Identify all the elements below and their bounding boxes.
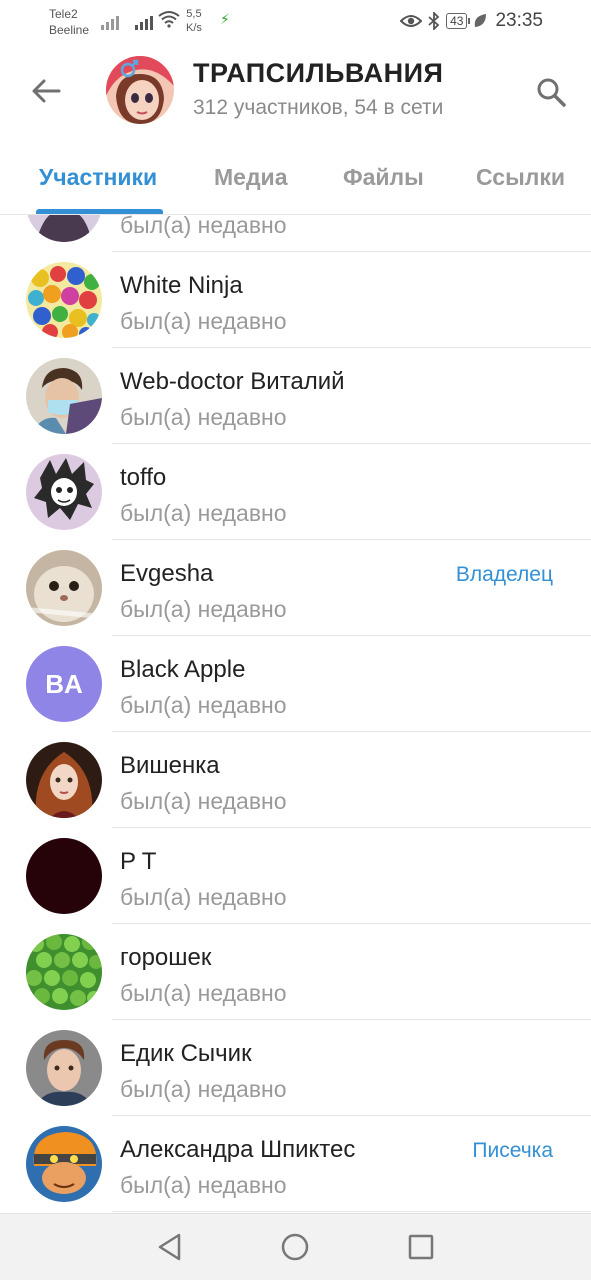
divider <box>112 1211 591 1212</box>
bluetooth-icon <box>428 12 440 30</box>
member-name: Вишенка <box>120 752 220 779</box>
wifi-icon <box>158 11 180 28</box>
member-status: был(а) недавно <box>120 1172 287 1198</box>
list-item[interactable]: Web-doctor Виталий был(а) недавно <box>0 348 591 444</box>
back-button[interactable] <box>28 73 64 109</box>
home-circle-icon[interactable] <box>280 1232 310 1262</box>
member-name: Александра Шпиктес <box>120 1136 356 1163</box>
leaf-icon <box>475 14 487 27</box>
member-status: был(а) недавно <box>120 692 287 718</box>
list-item[interactable]: White Ninja был(а) недавно <box>0 252 591 348</box>
status-bar: Tele2 Beeline 5,5 K/s ⚡ 43 23:35 <box>0 0 591 44</box>
avatar: BA <box>26 646 102 722</box>
avatar-initials: BA <box>26 646 102 722</box>
member-name: Evgesha <box>120 560 214 587</box>
avatar <box>26 934 102 1010</box>
back-triangle-icon[interactable] <box>155 1232 185 1262</box>
group-title[interactable]: ТРАПСИЛЬВАНИЯ <box>193 58 443 89</box>
battery-level: 43 <box>450 14 464 28</box>
network-speed: 5,5 K/s <box>186 7 202 35</box>
member-status: был(а) недавно <box>120 308 287 334</box>
signal-icon <box>135 12 153 30</box>
search-button[interactable] <box>532 73 570 111</box>
member-name: White Ninja <box>120 272 243 299</box>
signal-icon <box>101 12 119 30</box>
carrier-2: Beeline <box>49 23 90 37</box>
avatar <box>26 262 102 338</box>
carrier-names: Tele2 Beeline <box>49 6 89 38</box>
member-status: был(а) недавно <box>120 1076 287 1102</box>
speed-value: 5,5 <box>186 8 202 20</box>
role-badge: Писечка <box>472 1139 553 1162</box>
member-name: Black Apple <box>120 656 246 683</box>
chat-header: ТРАПСИЛЬВАНИЯ 312 участников, 54 в сети … <box>0 44 591 215</box>
list-item[interactable]: P T был(а) недавно <box>0 828 591 924</box>
tab-media[interactable]: Медиа <box>214 164 287 191</box>
member-name: горошек <box>120 944 212 971</box>
tab-files[interactable]: Файлы <box>343 164 424 191</box>
status-right: 43 23:35 <box>400 10 543 32</box>
tab-links[interactable]: Ссылки <box>476 164 565 191</box>
clock: 23:35 <box>495 10 543 31</box>
speed-unit: K/s <box>186 22 202 34</box>
tab-members[interactable]: Участники <box>39 164 157 191</box>
member-list[interactable]: был(а) недавно White Ninja был(а) недавн… <box>0 215 591 1213</box>
list-item[interactable]: Едик Сычик был(а) недавно <box>0 1020 591 1116</box>
member-name: Едик Сычик <box>120 1040 252 1067</box>
member-status: был(а) недавно <box>120 404 287 430</box>
list-item[interactable]: Evgesha был(а) недавно Владелец <box>0 540 591 636</box>
list-item[interactable]: был(а) недавно <box>0 215 591 252</box>
member-status: был(а) недавно <box>120 980 287 1006</box>
member-status: был(а) недавно <box>120 596 287 622</box>
search-icon <box>537 78 566 107</box>
list-item[interactable]: toffo был(а) недавно <box>0 444 591 540</box>
arrow-left-icon <box>32 79 61 103</box>
list-item[interactable]: горошек был(а) недавно <box>0 924 591 1020</box>
avatar <box>26 358 102 434</box>
member-status: был(а) недавно <box>120 215 287 238</box>
member-status: был(а) недавно <box>120 788 287 814</box>
eye-icon <box>400 15 423 27</box>
battery-icon: 43 <box>446 13 471 29</box>
list-item[interactable]: Александра Шпиктес был(а) недавно Писечк… <box>0 1116 591 1212</box>
member-name: toffo <box>120 464 167 491</box>
recents-square-icon[interactable] <box>406 1232 436 1262</box>
member-status: был(а) недавно <box>120 884 287 910</box>
group-avatar[interactable] <box>106 56 174 124</box>
list-item[interactable]: Вишенка был(а) недавно <box>0 732 591 828</box>
carrier-1: Tele2 <box>49 7 78 21</box>
system-nav-bar <box>0 1213 591 1280</box>
charging-icon: ⚡ <box>220 11 230 27</box>
member-count: 312 участников, 54 в сети <box>193 96 444 119</box>
tab-indicator <box>36 209 163 214</box>
role-badge: Владелец <box>455 563 553 586</box>
avatar <box>26 1126 102 1202</box>
member-status: был(а) недавно <box>120 500 287 526</box>
avatar <box>26 742 102 818</box>
tab-bar: Участники Медиа Файлы Ссылки <box>0 160 591 214</box>
list-item[interactable]: BA Black Apple был(а) недавно <box>0 636 591 732</box>
avatar <box>26 838 102 914</box>
avatar <box>26 550 102 626</box>
avatar <box>26 215 102 242</box>
avatar <box>26 1030 102 1106</box>
avatar <box>26 454 102 530</box>
member-name: P T <box>120 848 157 875</box>
member-name: Web-doctor Виталий <box>120 368 345 395</box>
